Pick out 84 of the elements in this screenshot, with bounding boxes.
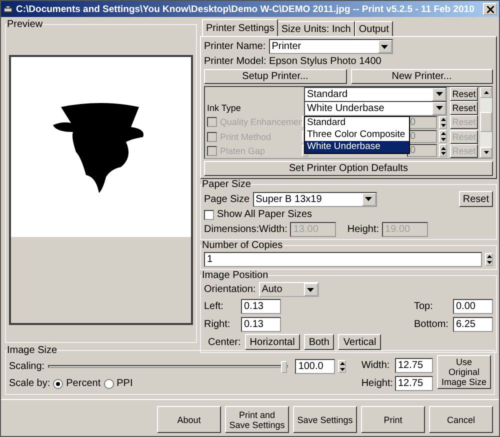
original-size-button[interactable]: Use Original Image Size — [437, 355, 491, 389]
spinner-arrows[interactable] — [338, 360, 346, 373]
dropdown[interactable]: White Underbase — [304, 100, 447, 116]
app-icon — [3, 4, 13, 14]
scrollbar[interactable] — [480, 87, 492, 158]
up-arrow-icon — [484, 91, 488, 94]
option-label: Ink Type — [207, 103, 241, 114]
defaults-button[interactable]: Set Printer Option Defaults — [204, 160, 493, 176]
reset-button[interactable]: Reset — [458, 191, 493, 207]
spinner-arrows[interactable] — [485, 253, 493, 266]
radio-button[interactable] — [53, 378, 64, 388]
caret-icon — [365, 197, 372, 201]
group-title: Number of Copies — [202, 240, 283, 251]
center-button[interactable]: Both — [304, 334, 334, 350]
field-label: Height: — [347, 224, 380, 235]
dropdown-option[interactable]: White Underbase — [305, 140, 409, 153]
field-label: Center: — [208, 336, 241, 348]
dialog-button[interactable]: About — [157, 406, 221, 433]
position-field[interactable]: 0.13 — [241, 317, 281, 332]
close-button[interactable] — [483, 3, 497, 15]
group-title: Paper Size — [202, 179, 251, 190]
slider-thumb[interactable] — [281, 361, 288, 373]
field-label: Page Size — [204, 194, 250, 204]
checkbox[interactable] — [204, 210, 214, 220]
dropdown-arrow-button[interactable] — [362, 192, 376, 206]
center-button[interactable]: Horizontal — [244, 334, 300, 350]
dropdown-option[interactable]: Three Color Composite — [305, 128, 409, 141]
page-size-dropdown[interactable]: Super B 13x19 — [252, 192, 377, 206]
position-field[interactable]: 0.00 — [453, 299, 493, 314]
dialog-button[interactable]: Print and Save Settings — [225, 406, 289, 433]
spinner-arrows[interactable] — [439, 144, 447, 158]
dropdown-arrow-button[interactable] — [304, 283, 318, 296]
position-field[interactable]: 6.25 — [453, 317, 493, 332]
field-label: Top: — [414, 301, 434, 312]
close-icon — [486, 6, 494, 12]
field-label: Scaling: — [9, 361, 45, 372]
field-label: Width: — [361, 360, 391, 371]
printer-button[interactable]: New Printer... — [350, 69, 493, 84]
dropdown[interactable]: Standard — [304, 86, 447, 102]
field-label: Printer Name: — [204, 41, 266, 52]
orientation-dropdown[interactable]: Auto — [258, 282, 319, 297]
caret-icon — [307, 288, 314, 292]
height-field[interactable]: 12.75 — [395, 376, 433, 392]
reset-button[interactable]: Reset — [450, 101, 478, 116]
spinner-arrows[interactable] — [439, 130, 447, 144]
caret-icon — [381, 44, 388, 48]
radio-button[interactable] — [104, 378, 114, 388]
group-title: Preview — [7, 19, 43, 30]
group-title: Image Position — [202, 270, 268, 281]
caret-icon — [436, 92, 442, 96]
caret-icon — [436, 106, 442, 110]
dropdown-arrow-button[interactable] — [378, 40, 392, 53]
dialog-button[interactable]: Cancel — [429, 406, 493, 433]
scaling-field[interactable]: 100.0 — [295, 359, 336, 374]
tab[interactable]: Output — [354, 21, 393, 36]
group-title: Image Size — [7, 345, 58, 356]
field-label: Left: — [204, 301, 224, 312]
field-label: Scale by: — [9, 378, 50, 389]
printer-model: Printer Model: Epson Stylus Photo 1400 — [204, 56, 382, 67]
position-field[interactable]: 0.13 — [241, 299, 281, 314]
field-label: Dimensions:Width: — [204, 224, 288, 235]
printer-dropdown[interactable]: Printer — [268, 39, 393, 54]
dropdown-arrow-button[interactable] — [432, 88, 446, 101]
dialog-button[interactable]: Print — [361, 406, 425, 433]
dialog-button[interactable]: Save Settings — [293, 406, 357, 433]
dropdown-arrow-button[interactable] — [432, 102, 446, 115]
reset-button[interactable]: Reset — [450, 87, 478, 102]
field-label: Bottom: — [414, 319, 450, 330]
down-arrow-icon — [484, 150, 488, 154]
field-label: Height: — [361, 378, 393, 390]
tab[interactable]: Size Units: Inch — [277, 21, 355, 36]
window-title: C:\Documents and Settings\You Know\Desktop\Demo W-C\DEMO 2011.jpg -- Print v5.2.5 - 11 Feb 2010 — [16, 4, 476, 14]
copies-field[interactable]: 1 — [204, 252, 482, 267]
field-label: Orientation: — [204, 284, 256, 295]
dropdown-option[interactable]: Standard — [305, 116, 409, 129]
printer-button[interactable]: Setup Printer... — [204, 69, 346, 84]
radio-label: Percent — [66, 378, 101, 389]
checkbox-label: Show All Paper Sizes — [217, 209, 312, 220]
tab[interactable]: Printer Settings — [202, 19, 278, 36]
field-label: Right: — [204, 319, 232, 330]
center-button[interactable]: Vertical — [338, 334, 382, 350]
spinner-arrows[interactable] — [439, 116, 447, 129]
width-field[interactable]: 12.75 — [395, 358, 433, 373]
radio-label: PPI — [116, 378, 133, 389]
